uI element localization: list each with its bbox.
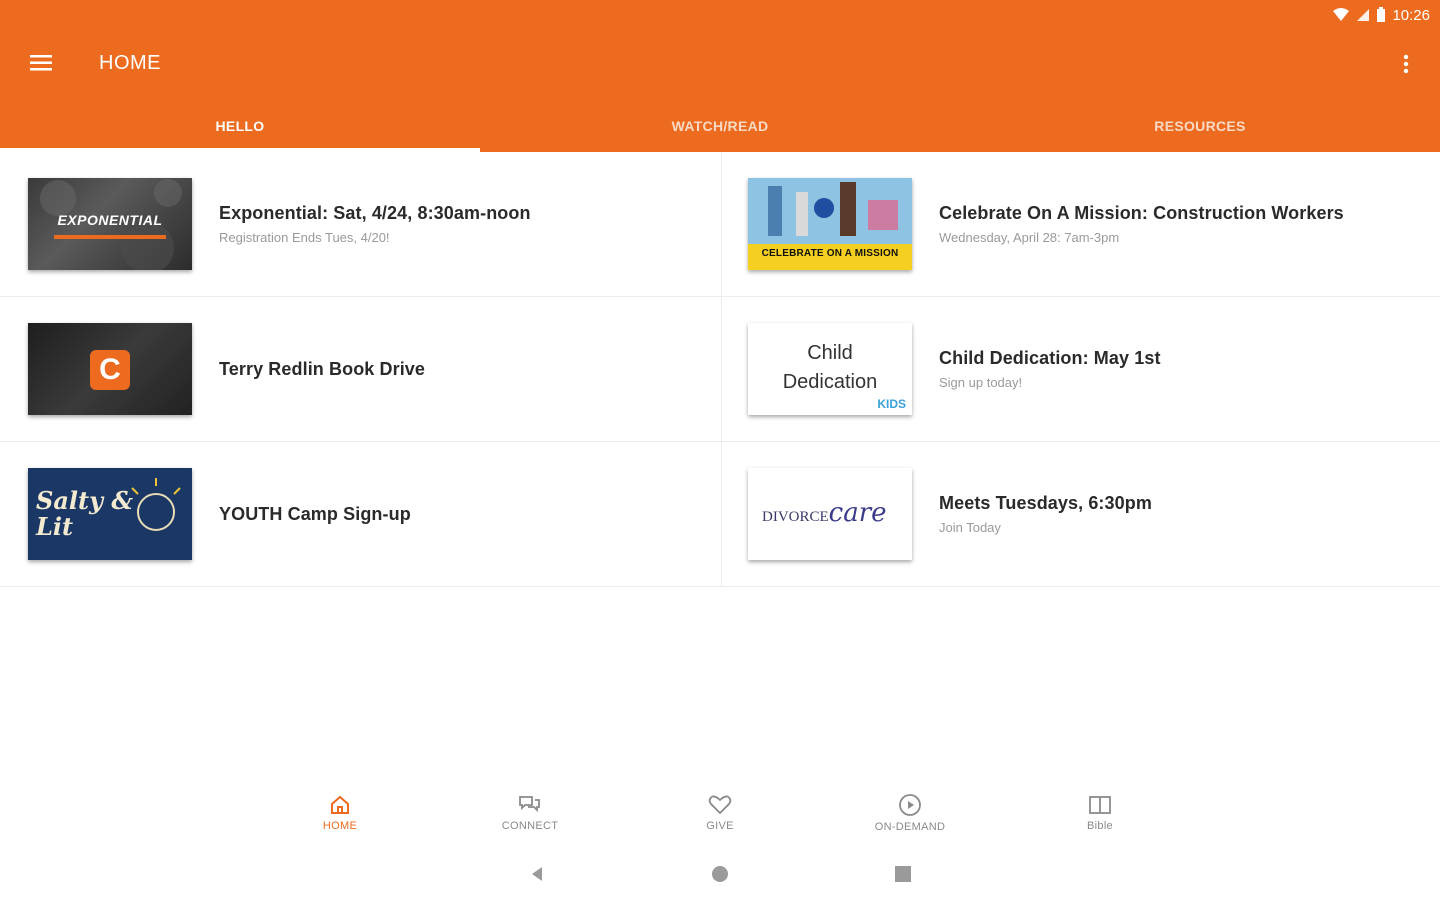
- card-child-dedication[interactable]: Child Dedication KIDS Child Dedication: …: [722, 297, 1440, 442]
- thumbnail-exponential-label: EXPONENTIAL: [57, 212, 163, 228]
- card-title: Child Dedication: May 1st: [939, 348, 1161, 368]
- card-title: Celebrate On A Mission: Construction Wor…: [939, 203, 1344, 223]
- card-subtitle: Registration Ends Tues, 4/20!: [219, 230, 390, 245]
- wifi-icon: [1333, 8, 1350, 21]
- thumbnail-youth-camp-label: Salty & Lit: [36, 486, 134, 541]
- card-celebrate-mission[interactable]: CELEBRATE ON A MISSION Celebrate On A Mi…: [722, 152, 1440, 297]
- card-divorcecare[interactable]: DIVORCE care Meets Tuesdays, 6:30pm Join…: [722, 442, 1440, 587]
- book-icon: [1089, 796, 1111, 814]
- system-navigation: [0, 852, 1440, 896]
- thumbnail-book-drive: C: [28, 323, 192, 415]
- nav-give-label: GIVE: [706, 820, 734, 832]
- nav-connect-label: CONNECT: [501, 820, 559, 832]
- content-grid: EXPONENTIAL Exponential: Sat, 4/24, 8:30…: [0, 152, 1440, 587]
- status-time: 10:26: [1392, 6, 1430, 24]
- heart-icon: [708, 795, 732, 815]
- nav-connect[interactable]: CONNECT: [435, 782, 625, 844]
- nav-home[interactable]: HOME: [245, 782, 435, 844]
- overflow-menu-button[interactable]: [1392, 48, 1420, 80]
- recents-square-icon: [895, 866, 911, 882]
- bottom-navigation: HOME CONNECT GIVE ON-DEMAND Bible: [0, 782, 1440, 844]
- nav-on-demand[interactable]: ON-DEMAND: [815, 782, 1005, 844]
- thumbnail-youth-camp: Salty & Lit: [28, 468, 192, 560]
- church-logo: C: [90, 350, 130, 390]
- signal-icon: [1357, 9, 1370, 21]
- home-system-button[interactable]: [629, 865, 812, 883]
- nav-give[interactable]: GIVE: [625, 782, 815, 844]
- divorcecare-logo: DIVORCE care: [762, 498, 887, 528]
- status-bar: 10:26: [1332, 4, 1430, 26]
- card-title: Terry Redlin Book Drive: [219, 358, 426, 379]
- menu-button[interactable]: [24, 46, 58, 80]
- chat-icon: [519, 796, 540, 813]
- play-icon: [899, 794, 921, 816]
- nav-bible[interactable]: Bible: [1005, 782, 1195, 844]
- thumbnail-child-dedication: Child Dedication KIDS: [748, 323, 912, 415]
- card-title: Exponential: Sat, 4/24, 8:30am-noon: [219, 203, 531, 223]
- home-icon: [331, 795, 349, 814]
- tab-bar: HELLO WATCH/READ RESOURCES: [0, 100, 1440, 152]
- app-bar: 10:26 HOME HELLO WATCH/READ RESOURCES: [0, 0, 1440, 152]
- card-exponential[interactable]: EXPONENTIAL Exponential: Sat, 4/24, 8:30…: [0, 152, 722, 297]
- page-title: HOME: [99, 52, 161, 74]
- card-subtitle: Join Today: [939, 520, 1001, 535]
- nav-on-demand-label: ON-DEMAND: [874, 821, 946, 833]
- nav-bible-label: Bible: [1087, 820, 1113, 832]
- card-subtitle: Wednesday, April 28: 7am-3pm: [939, 230, 1120, 245]
- kids-badge: KIDS: [877, 397, 906, 411]
- home-circle-icon: [712, 866, 728, 882]
- battery-icon: [1377, 7, 1386, 22]
- card-book-drive[interactable]: C Terry Redlin Book Drive: [0, 297, 722, 442]
- tab-hello[interactable]: HELLO: [0, 100, 480, 152]
- card-subtitle: Sign up today!: [939, 375, 1023, 390]
- card-title: Meets Tuesdays, 6:30pm: [939, 493, 1152, 513]
- card-youth-camp[interactable]: Salty & Lit YOUTH Camp Sign-up: [0, 442, 722, 587]
- recents-button[interactable]: [812, 865, 995, 883]
- thumbnail-child-dedication-label: Child Dedication: [782, 342, 878, 393]
- back-triangle-icon: [532, 867, 542, 881]
- tab-watch-read[interactable]: WATCH/READ: [480, 100, 960, 152]
- card-title: YOUTH Camp Sign-up: [219, 503, 411, 524]
- thumbnail-celebrate-mission: CELEBRATE ON A MISSION: [748, 178, 912, 270]
- more-vert-icon: [1403, 54, 1409, 74]
- thumbnail-exponential: EXPONENTIAL: [28, 178, 192, 270]
- thumbnail-celebrate-label: CELEBRATE ON A MISSION: [761, 248, 899, 259]
- tab-resources[interactable]: RESOURCES: [960, 100, 1440, 152]
- thumbnail-divorcecare: DIVORCE care: [748, 468, 912, 560]
- nav-home-label: HOME: [322, 820, 358, 832]
- hamburger-icon: [30, 55, 52, 71]
- back-button[interactable]: [446, 865, 629, 883]
